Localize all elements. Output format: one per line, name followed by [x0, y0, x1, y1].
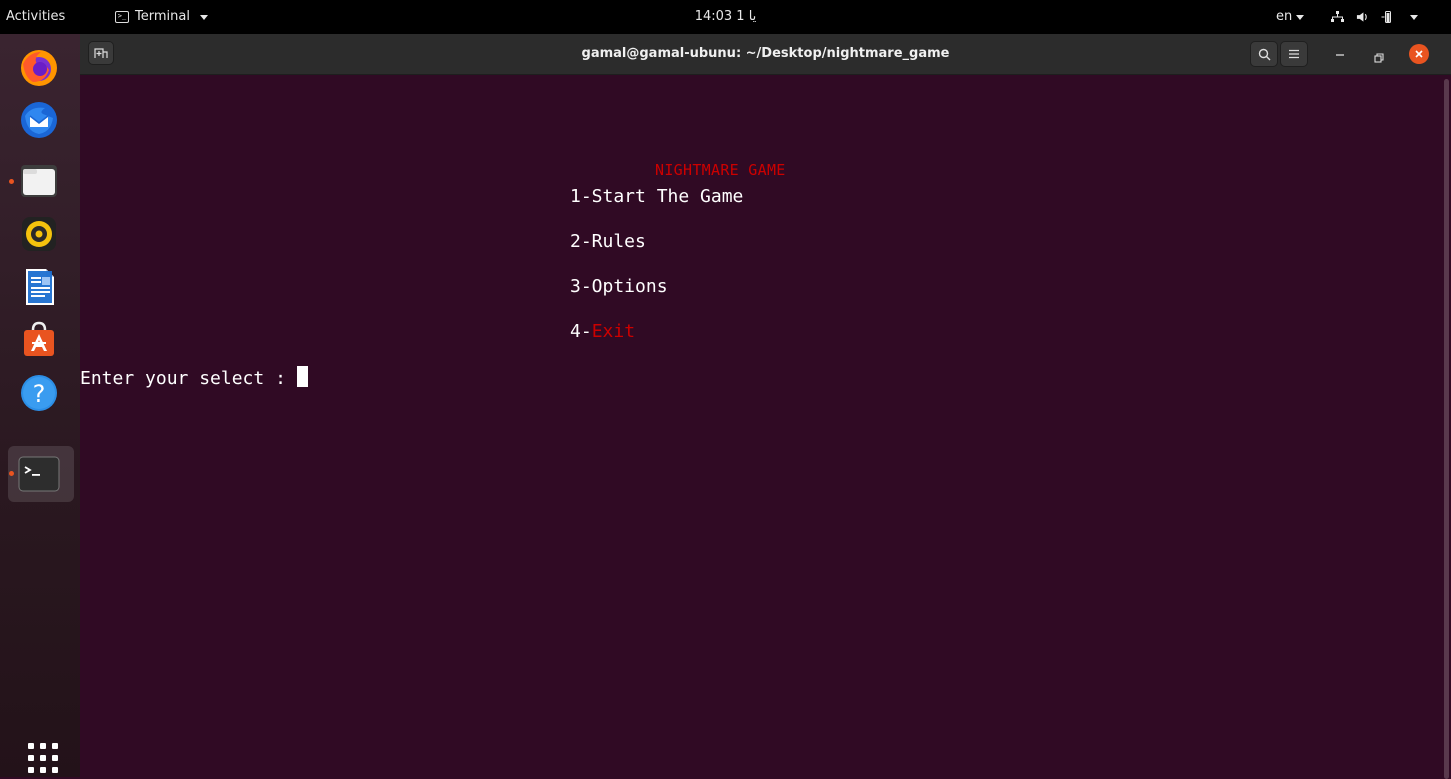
prompt-text: Enter your select :: [80, 368, 297, 389]
network-icon: [1331, 11, 1344, 22]
grid-dot: [40, 743, 46, 749]
minimize-icon: [1336, 54, 1344, 56]
grid-dot: [52, 767, 58, 773]
chevron-down-icon: [1296, 14, 1305, 20]
help-icon: ?: [21, 375, 57, 411]
menu-option-start: 1-Start The Game: [570, 186, 744, 207]
language-label: en: [1276, 9, 1293, 24]
text-cursor: [296, 366, 308, 387]
show-applications-button[interactable]: [24, 739, 58, 773]
svg-text:?: ?: [33, 380, 46, 408]
libreoffice-writer-icon: [26, 269, 54, 305]
grid-dot: [52, 743, 58, 749]
clock[interactable]: 14:03 1 يا: [0, 0, 1451, 34]
software-icon: [24, 321, 54, 356]
system-tray[interactable]: [1331, 0, 1418, 34]
battery-icon: [1381, 11, 1391, 23]
dock-item-thunderbird[interactable]: [16, 97, 62, 143]
game-title: NIGHTMARE GAME: [655, 161, 786, 179]
window-headerbar[interactable]: gamal@gamal-ubunu: ~/Desktop/nightmare_g…: [80, 34, 1451, 75]
window-title: gamal@gamal-ubunu: ~/Desktop/nightmare_g…: [581, 46, 950, 61]
close-icon: [1415, 50, 1423, 58]
firefox-icon: [21, 50, 57, 86]
dock-item-rhythmbox[interactable]: [16, 211, 62, 257]
menu-option-rules: 2-Rules: [570, 231, 646, 252]
minimize-button[interactable]: [1333, 46, 1347, 62]
menu-option-options: 3-Options: [570, 276, 668, 297]
terminal-output[interactable]: NIGHTMARE GAME 1-Start The Game 2-Rules …: [80, 75, 1451, 779]
language-selector[interactable]: en: [1276, 0, 1305, 34]
running-indicator: [9, 471, 14, 476]
volume-icon: [1356, 12, 1367, 22]
chevron-down-icon: [1410, 14, 1418, 20]
terminal-icon: [18, 456, 60, 492]
dock-item-writer[interactable]: [16, 264, 62, 310]
grid-dot: [40, 767, 46, 773]
top-bar: Activities >_ Terminal 14:03 1 يا en: [0, 0, 1451, 34]
grid-dot: [28, 755, 34, 761]
search-icon: [1258, 48, 1270, 60]
exit-label: Exit: [591, 321, 636, 342]
dock-item-help[interactable]: ?: [16, 370, 62, 416]
files-icon: [21, 165, 57, 197]
close-button[interactable]: [1409, 44, 1429, 64]
grid-dot: [28, 767, 34, 773]
restore-icon: [1374, 53, 1384, 63]
input-prompt[interactable]: Enter your select :: [80, 366, 308, 389]
search-button[interactable]: [1250, 41, 1278, 67]
menu-option-exit: 4-Exit: [570, 321, 635, 342]
scrollbar[interactable]: [1444, 79, 1449, 779]
dock-item-terminal[interactable]: [16, 451, 62, 497]
maximize-button[interactable]: [1374, 48, 1384, 63]
running-indicator: [9, 179, 14, 184]
dock-item-files[interactable]: [16, 158, 62, 204]
terminal-window: gamal@gamal-ubunu: ~/Desktop/nightmare_g…: [80, 34, 1451, 779]
dock-item-firefox[interactable]: [16, 45, 62, 91]
dock: ?: [0, 34, 80, 777]
exit-prefix: 4-: [570, 321, 592, 342]
grid-dot: [40, 755, 46, 761]
thunderbird-icon: [21, 102, 57, 138]
grid-dot: [28, 743, 34, 749]
grid-dot: [52, 755, 58, 761]
rhythmbox-icon: [22, 217, 56, 251]
dock-item-software[interactable]: [16, 317, 62, 363]
hamburger-menu-icon: [1289, 49, 1299, 59]
menu-button[interactable]: [1280, 41, 1308, 67]
